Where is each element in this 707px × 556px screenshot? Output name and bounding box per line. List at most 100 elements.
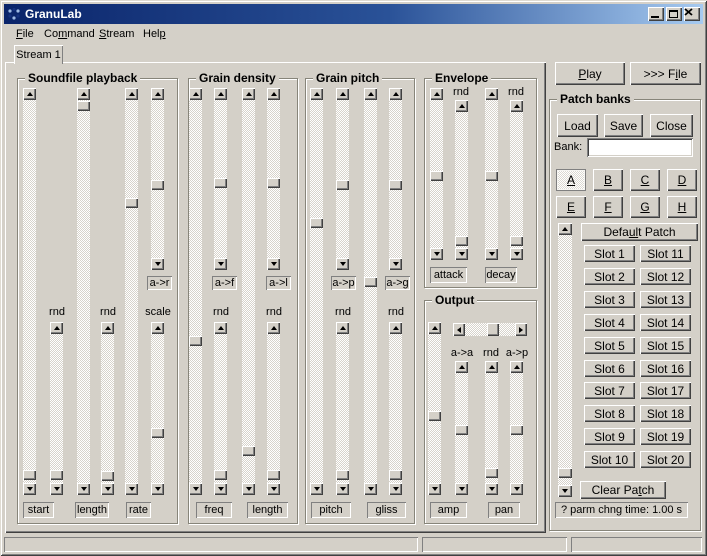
scroll-thumb[interactable] (389, 180, 402, 190)
slot-button-8[interactable]: Slot 8 (584, 405, 635, 422)
bank-name-input[interactable] (587, 138, 693, 157)
scroll-thumb[interactable] (455, 425, 468, 435)
close-bank-button[interactable]: Close (650, 114, 693, 137)
slot-button-14[interactable]: Slot 14 (640, 314, 691, 331)
scroll-up-button[interactable] (151, 322, 164, 334)
menu-command[interactable]: Command (42, 27, 97, 41)
scroll-thumb[interactable] (336, 180, 349, 190)
scroll-thumb[interactable] (485, 171, 498, 181)
scroll-right-button[interactable] (515, 323, 527, 336)
bank-button-c[interactable]: C (630, 169, 660, 191)
slider-amp-to-length[interactable] (267, 88, 280, 270)
scroll-up-button[interactable] (214, 88, 227, 100)
slot-button-20[interactable]: Slot 20 (640, 451, 691, 468)
slider-length[interactable] (77, 88, 90, 495)
slider-pan[interactable] (453, 323, 527, 336)
slider-amp-to-rate[interactable] (151, 88, 164, 270)
scroll-track[interactable] (77, 100, 90, 483)
scroll-down-button[interactable] (151, 258, 164, 270)
bank-button-h[interactable]: H (667, 196, 697, 218)
clear-patch-button[interactable]: Clear Patch (580, 481, 666, 499)
slider-amp[interactable] (428, 322, 441, 495)
slot-button-10[interactable]: Slot 10 (584, 451, 635, 468)
scroll-up-button[interactable] (125, 88, 138, 100)
slider-grain-length-rnd[interactable] (267, 322, 280, 495)
scroll-left-button[interactable] (453, 323, 465, 336)
scroll-down-button[interactable] (336, 258, 349, 270)
bank-button-f[interactable]: F (593, 196, 623, 218)
scroll-down-button[interactable] (214, 483, 227, 495)
scroll-down-button[interactable] (101, 483, 114, 495)
play-button[interactable]: Play (555, 62, 625, 85)
scroll-down-button[interactable] (364, 483, 377, 495)
scroll-down-button[interactable] (125, 483, 138, 495)
scroll-track[interactable] (242, 100, 255, 483)
scroll-thumb[interactable] (151, 428, 164, 438)
slider-rate-scale[interactable] (151, 322, 164, 495)
scroll-thumb[interactable] (101, 471, 114, 481)
slot-button-9[interactable]: Slot 9 (584, 428, 635, 445)
scroll-up-button[interactable] (430, 88, 443, 100)
scroll-track[interactable] (50, 334, 63, 483)
slider-amp-to-pan[interactable] (510, 361, 523, 495)
scroll-track[interactable] (214, 334, 227, 483)
bank-button-e[interactable]: E (556, 196, 586, 218)
scroll-down-button[interactable] (242, 483, 255, 495)
scroll-track[interactable] (430, 100, 443, 248)
scroll-thumb[interactable] (510, 425, 523, 435)
scroll-down-button[interactable] (151, 483, 164, 495)
scroll-track[interactable] (428, 334, 441, 483)
scroll-track[interactable] (189, 100, 202, 483)
scroll-track[interactable] (151, 334, 164, 483)
scroll-track[interactable] (310, 100, 323, 483)
scroll-thumb[interactable] (189, 336, 202, 346)
scroll-thumb[interactable] (510, 236, 523, 246)
scroll-track[interactable] (336, 100, 349, 258)
scroll-up-button[interactable] (428, 322, 441, 334)
slot-button-5[interactable]: Slot 5 (584, 337, 635, 354)
scroll-up-button[interactable] (242, 88, 255, 100)
scroll-thumb[interactable] (389, 470, 402, 480)
scroll-up-button[interactable] (151, 88, 164, 100)
minimize-button[interactable] (648, 7, 664, 21)
scroll-down-button[interactable] (430, 248, 443, 260)
slot-button-16[interactable]: Slot 16 (640, 360, 691, 377)
menu-stream[interactable]: Stream (97, 27, 136, 41)
slot-button-13[interactable]: Slot 13 (640, 291, 691, 308)
scroll-track[interactable] (465, 323, 515, 336)
scroll-thumb[interactable] (214, 470, 227, 480)
scroll-thumb[interactable] (267, 178, 280, 188)
scroll-track[interactable] (214, 100, 227, 258)
scroll-track[interactable] (23, 100, 36, 483)
scroll-thumb[interactable] (336, 470, 349, 480)
scroll-track[interactable] (364, 100, 377, 483)
load-button[interactable]: Load (557, 114, 598, 137)
scroll-track[interactable] (455, 373, 468, 483)
scroll-thumb[interactable] (242, 446, 255, 456)
maximize-button[interactable] (666, 7, 682, 21)
scroll-down-button[interactable] (510, 483, 523, 495)
menu-file[interactable]: File (14, 27, 36, 41)
slider-pan-rnd[interactable] (485, 361, 498, 495)
scroll-up-button[interactable] (310, 88, 323, 100)
scroll-thumb[interactable] (364, 277, 377, 287)
scroll-track[interactable] (510, 112, 523, 248)
slider-amp-to-gliss[interactable] (389, 88, 402, 270)
slot-button-15[interactable]: Slot 15 (640, 337, 691, 354)
scroll-down-button[interactable] (389, 258, 402, 270)
scroll-track[interactable] (267, 100, 280, 258)
scroll-track[interactable] (485, 100, 498, 248)
scroll-up-button[interactable] (455, 100, 468, 112)
slider-start-rnd[interactable] (50, 322, 63, 495)
slider-attack[interactable] (430, 88, 443, 260)
scroll-down-button[interactable] (189, 483, 202, 495)
slot-button-4[interactable]: Slot 4 (584, 314, 635, 331)
scroll-thumb[interactable] (151, 180, 164, 190)
scroll-thumb[interactable] (125, 198, 138, 208)
scroll-down-button[interactable] (267, 258, 280, 270)
slot-button-2[interactable]: Slot 2 (584, 268, 635, 285)
slider-start[interactable] (23, 88, 36, 495)
scroll-thumb[interactable] (23, 470, 36, 480)
scroll-down-button[interactable] (77, 483, 90, 495)
slot-button-3[interactable]: Slot 3 (584, 291, 635, 308)
